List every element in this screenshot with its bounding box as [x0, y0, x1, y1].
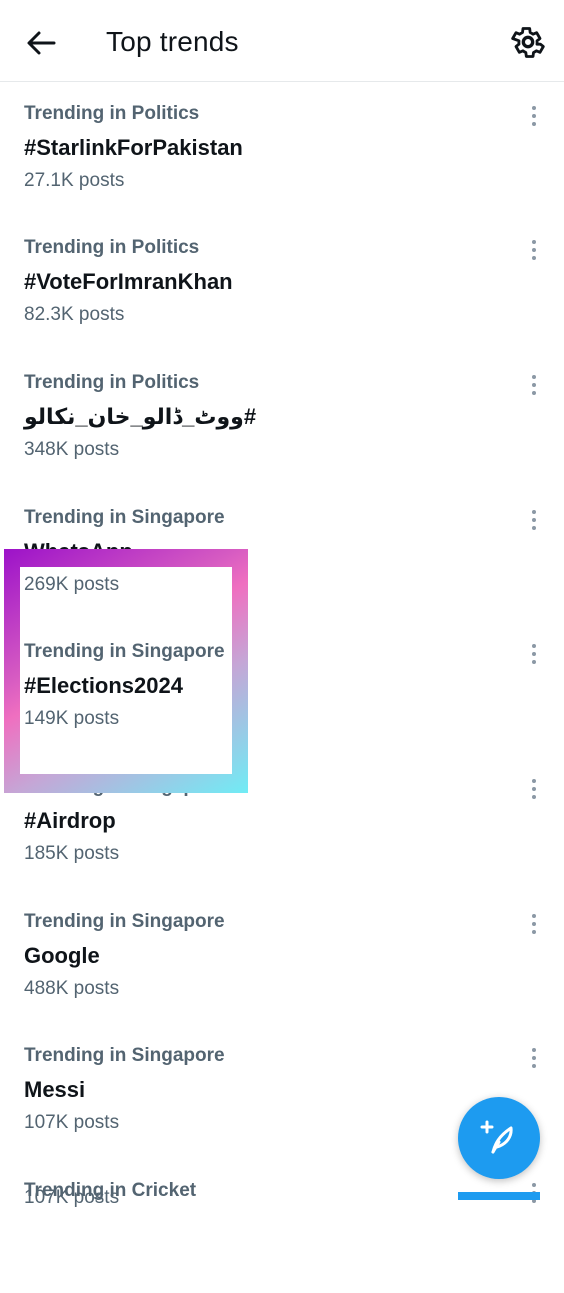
trend-item[interactable]: Trending in Politics #StarlinkForPakista…: [0, 82, 564, 216]
more-options-button[interactable]: [522, 508, 546, 532]
trend-name: #ووٹ_ڈالو_خان_نکالو: [24, 404, 257, 429]
trend-item[interactable]: Trending in Cricket 107K posts: [0, 1159, 564, 1293]
trend-post-count: 348K posts: [24, 439, 120, 460]
trend-post-count: 27.1K posts: [24, 170, 125, 191]
gear-icon: [511, 27, 545, 58]
trend-post-count: 185K posts: [24, 843, 120, 864]
trend-post-count: 488K posts: [24, 978, 120, 999]
trend-post-count: 82.3K posts: [24, 304, 125, 325]
top-bar: Top trends: [0, 0, 564, 82]
more-vertical-icon: [532, 1048, 536, 1068]
trend-post-count: 107K posts: [24, 1112, 120, 1133]
trend-context: Trending in Singapore: [24, 641, 225, 662]
more-options-button[interactable]: [522, 238, 546, 262]
more-options-button[interactable]: [522, 373, 546, 397]
more-vertical-icon: [532, 106, 536, 126]
settings-button[interactable]: [508, 22, 548, 62]
more-vertical-icon: [532, 375, 536, 395]
more-vertical-icon: [532, 779, 536, 799]
trend-name: #Elections2024: [24, 673, 183, 698]
trend-context: Trending in Singapore: [24, 911, 225, 932]
more-vertical-icon: [532, 240, 536, 260]
trend-name: Google: [24, 943, 100, 968]
trend-context: Trending in Singapore: [24, 1045, 225, 1066]
trend-name: #VoteForImranKhan: [24, 269, 233, 294]
compose-button[interactable]: [458, 1097, 540, 1179]
more-options-button[interactable]: [522, 1046, 546, 1070]
more-options-button[interactable]: [522, 642, 546, 666]
more-options-button[interactable]: [522, 104, 546, 128]
arrow-left-icon: [27, 31, 56, 55]
trend-post-count: 269K posts: [24, 574, 120, 595]
trend-name: Messi: [24, 1077, 86, 1102]
trend-context: Trending in Politics: [24, 103, 200, 124]
trend-context: Trending in Singapore: [24, 507, 225, 528]
back-button[interactable]: [24, 26, 58, 60]
more-options-button[interactable]: [522, 777, 546, 801]
trend-context: Trending in Politics: [24, 237, 200, 258]
page-title: Top trends: [106, 26, 239, 57]
more-vertical-icon: [532, 644, 536, 664]
overlay-inner-panel: [20, 567, 232, 774]
trend-item[interactable]: Trending in Politics #VoteForImranKhan 8…: [0, 216, 564, 350]
compose-feather-plus-icon: [480, 1120, 513, 1154]
more-vertical-icon: [532, 914, 536, 934]
bottom-blue-strip: [458, 1192, 540, 1200]
trend-context: Trending in Politics: [24, 372, 200, 393]
more-vertical-icon: [532, 510, 536, 530]
trend-name: #StarlinkForPakistan: [24, 135, 243, 160]
trend-post-count: 107K posts: [24, 1187, 120, 1208]
trend-name: #Airdrop: [24, 808, 116, 833]
more-options-button[interactable]: [522, 912, 546, 936]
trend-item[interactable]: Trending in Politics #ووٹ_ڈالو_خان_نکالو…: [0, 351, 564, 485]
trend-post-count: 149K posts: [24, 708, 120, 729]
trend-item[interactable]: Trending in Singapore Google 488K posts: [0, 890, 564, 1024]
